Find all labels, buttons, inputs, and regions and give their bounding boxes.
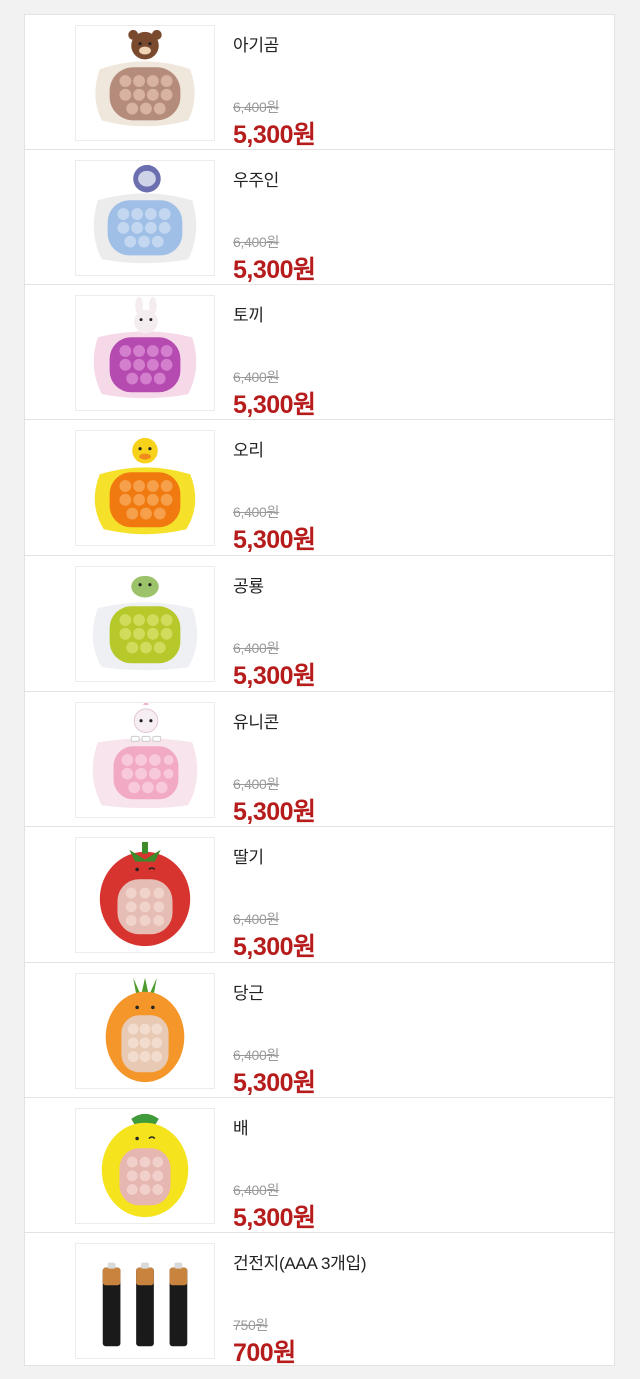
sale-price: 5,300원 [233,1204,316,1232]
aaa-battery-icon[interactable] [75,1243,215,1359]
sale-price: 5,300원 [233,121,316,149]
product-name[interactable]: 우주인 [233,166,279,191]
duck-popit-toy-icon[interactable] [75,430,215,546]
original-price: 6,400원 [233,911,280,927]
sale-price: 5,300원 [233,798,316,826]
product-row[interactable]: 오리 6,400원 5,300원 [25,420,614,556]
product-row[interactable]: 건전지(AAA 3개입) 750원 700원 [25,1233,614,1367]
original-price: 6,400원 [233,776,280,792]
sale-price: 5,300원 [233,391,316,419]
original-price: 6,400원 [233,1047,280,1063]
product-name[interactable]: 공룡 [233,572,264,597]
product-row[interactable]: 토끼 6,400원 5,300원 [25,285,614,420]
product-name[interactable]: 토끼 [233,301,264,326]
strawberry-popit-toy-image [99,841,191,947]
sale-price: 5,300원 [233,526,316,554]
product-name[interactable]: 딸기 [233,843,264,868]
sale-price: 5,300원 [233,1069,316,1097]
original-price: 6,400원 [233,99,280,115]
sale-price: 5,300원 [233,933,316,961]
unicorn-popit-toy-image [92,703,198,809]
product-list: 아기곰 6,400원 5,300원 우주인 6,400원 5,300원 토끼 6… [24,14,615,1367]
original-price: 6,400원 [233,234,280,250]
product-row[interactable]: 당근 6,400원 5,300원 [25,963,614,1098]
astronaut-popit-toy-icon[interactable] [75,160,215,276]
product-row[interactable]: 배 6,400원 5,300원 [25,1098,614,1233]
original-price: 6,400원 [233,640,280,656]
product-name[interactable]: 아기곰 [233,31,279,56]
sale-price: 700원 [233,1339,296,1367]
pear-popit-toy-image [101,1113,189,1218]
original-price: 6,400원 [233,1182,280,1198]
product-row[interactable]: 딸기 6,400원 5,300원 [25,827,614,963]
astronaut-popit-toy-image [93,164,197,264]
aaa-battery-image [102,1262,188,1347]
product-name[interactable]: 배 [233,1114,249,1139]
original-price: 750원 [233,1317,269,1333]
duck-popit-toy-image [94,437,196,535]
rabbit-popit-toy-icon[interactable] [75,295,215,411]
product-name[interactable]: 오리 [233,436,264,461]
product-row[interactable]: 공룡 6,400원 5,300원 [25,556,614,692]
dinosaur-popit-toy-image [92,575,198,671]
rabbit-popit-toy-image [93,296,197,399]
pear-popit-toy-icon[interactable] [75,1108,215,1224]
product-row[interactable]: 우주인 6,400원 5,300원 [25,150,614,285]
strawberry-popit-toy-icon[interactable] [75,837,215,953]
sale-price: 5,300원 [233,662,316,690]
carrot-popit-toy-image [105,977,185,1083]
dinosaur-popit-toy-icon[interactable] [75,566,215,682]
original-price: 6,400원 [233,369,280,385]
carrot-popit-toy-icon[interactable] [75,973,215,1089]
product-row[interactable]: 아기곰 6,400원 5,300원 [25,15,614,150]
product-name[interactable]: 건전지(AAA 3개입) [233,1249,366,1274]
sale-price: 5,300원 [233,256,316,284]
product-name[interactable]: 유니콘 [233,708,279,733]
product-name[interactable]: 당근 [233,979,264,1004]
product-row[interactable]: 유니콘 6,400원 5,300원 [25,692,614,827]
original-price: 6,400원 [233,504,280,520]
bear-popit-toy-image [95,29,195,127]
bear-popit-toy-icon[interactable] [75,25,215,141]
unicorn-popit-toy-icon[interactable] [75,702,215,818]
